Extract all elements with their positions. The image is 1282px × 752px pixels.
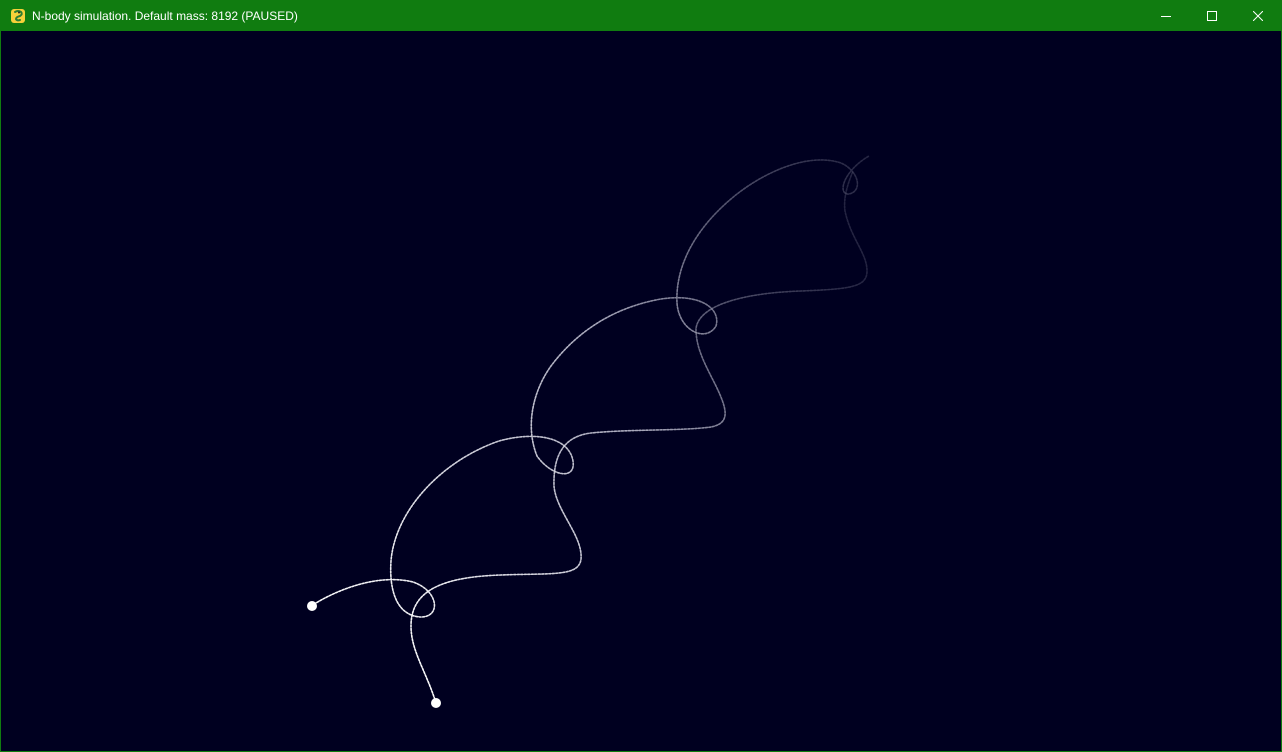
body-b: [431, 698, 441, 708]
body-a: [307, 601, 317, 611]
close-button[interactable]: [1235, 1, 1281, 31]
minimize-icon: [1161, 16, 1171, 17]
title-bar[interactable]: N-body simulation. Default mass: 8192 (P…: [1, 1, 1281, 31]
window-controls: [1143, 1, 1281, 31]
python-snake-icon: [11, 9, 25, 23]
simulation-canvas[interactable]: [1, 31, 1281, 751]
window-title: N-body simulation. Default mass: 8192 (P…: [32, 9, 298, 23]
body-b-trail: [410, 170, 868, 704]
app-window: N-body simulation. Default mass: 8192 (P…: [0, 0, 1282, 752]
maximize-button[interactable]: [1189, 1, 1235, 31]
simulation-view: [307, 155, 870, 708]
close-icon: [1253, 11, 1263, 21]
minimize-button[interactable]: [1143, 1, 1189, 31]
maximize-icon: [1207, 11, 1217, 21]
body-a-trail: [310, 155, 870, 618]
